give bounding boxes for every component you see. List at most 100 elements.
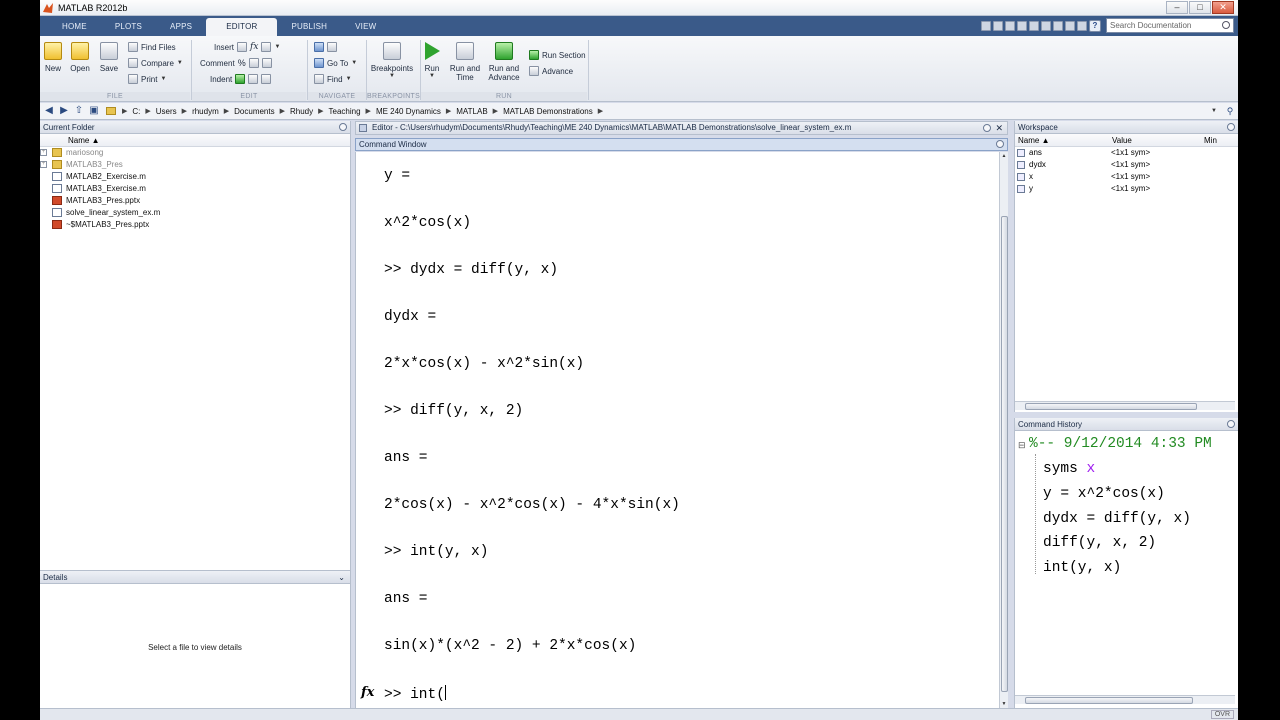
history-session-header[interactable]: %-- 9/12/2014 4:33 PM: [1029, 436, 1212, 452]
scroll-down-icon[interactable]: ▼: [1000, 700, 1008, 708]
minimize-button[interactable]: –: [1166, 1, 1188, 14]
tab-plots[interactable]: PLOTS: [101, 18, 156, 36]
tab-publish[interactable]: PUBLISH: [277, 18, 341, 36]
run-and-time-button[interactable]: Run and Time: [449, 42, 481, 82]
back-arrow-icon[interactable]: [314, 42, 324, 52]
panel-actions-icon[interactable]: [339, 123, 347, 131]
goto-button[interactable]: Go To ▼: [314, 58, 357, 68]
history-entry[interactable]: dydx = diff(y, x): [1043, 511, 1191, 527]
search-documentation-input[interactable]: Search Documentation: [1106, 18, 1234, 33]
run-button[interactable]: Run ▼: [422, 42, 442, 79]
expand-icon[interactable]: +: [40, 161, 47, 168]
decrease-indent-icon[interactable]: [261, 74, 272, 84]
command-prompt-input[interactable]: >> int(: [384, 685, 446, 703]
find-button[interactable]: Find ▼: [314, 74, 352, 84]
forward-icon[interactable]: ▶: [58, 105, 70, 117]
command-window-scrollbar[interactable]: ▲ ▼: [999, 152, 1008, 708]
maximize-button[interactable]: □: [1189, 1, 1211, 14]
insert-button[interactable]: Insert fx ▼: [214, 42, 280, 52]
history-entry[interactable]: syms x: [1043, 461, 1095, 477]
breadcrumb-item[interactable]: C:: [132, 107, 140, 116]
search-folder-icon[interactable]: ⚲: [1224, 105, 1236, 117]
new-icon[interactable]: [981, 20, 991, 31]
panel-actions-icon[interactable]: [1227, 420, 1235, 428]
file-row[interactable]: MATLAB2_Exercise.m: [40, 171, 350, 183]
run-section-button[interactable]: Run Section: [529, 50, 586, 60]
workspace-col-value[interactable]: Value: [1109, 134, 1201, 146]
details-title[interactable]: Details ⌄: [40, 571, 350, 584]
file-row[interactable]: ~$MATLAB3_Pres.pptx: [40, 219, 350, 231]
file-row[interactable]: MATLAB3_Pres.pptx: [40, 195, 350, 207]
insert-function-icon[interactable]: [261, 42, 272, 52]
undo-icon[interactable]: [1041, 20, 1051, 31]
wrap-comment-icon[interactable]: [261, 58, 272, 68]
scrollbar-thumb[interactable]: [1001, 216, 1008, 692]
paste-icon[interactable]: [1029, 20, 1039, 31]
expand-icon[interactable]: +: [40, 149, 47, 156]
run-and-advance-button[interactable]: Run and Advance: [487, 42, 521, 82]
copy-icon[interactable]: [1017, 20, 1027, 31]
workspace-hscrollbar[interactable]: [1015, 401, 1235, 410]
find-files-button[interactable]: Find Files: [128, 42, 176, 52]
tab-home[interactable]: HOME: [48, 18, 101, 36]
switch-windows-icon[interactable]: [1065, 20, 1075, 31]
new-button[interactable]: New: [42, 42, 64, 73]
history-entry[interactable]: y = x^2*cos(x): [1043, 486, 1165, 502]
forward-arrow-icon[interactable]: [327, 42, 337, 52]
back-forward-buttons[interactable]: [314, 42, 337, 52]
breadcrumb-item[interactable]: Rhudy: [290, 107, 313, 116]
help-icon[interactable]: ?: [1089, 19, 1101, 32]
history-entry[interactable]: int(y, x): [1043, 560, 1121, 576]
indent-button[interactable]: Indent: [210, 74, 272, 84]
scroll-up-icon[interactable]: ▲: [1000, 152, 1008, 160]
breadcrumb-item[interactable]: Teaching: [329, 107, 361, 116]
workspace-row[interactable]: y <1x1 sym>: [1015, 183, 1238, 195]
panel-actions-icon[interactable]: [983, 124, 991, 132]
print-button[interactable]: Print ▼: [128, 74, 166, 84]
close-icon[interactable]: ✕: [995, 122, 1003, 134]
search-icon[interactable]: [1222, 21, 1230, 29]
workspace-row[interactable]: dydx <1x1 sym>: [1015, 159, 1238, 171]
history-entry[interactable]: diff(y, x, 2): [1043, 535, 1156, 551]
scrollbar-thumb[interactable]: [1025, 697, 1193, 704]
up-folder-icon[interactable]: ⇧: [73, 105, 85, 117]
breadcrumb-item[interactable]: MATLAB: [456, 107, 487, 116]
cut-icon[interactable]: [1005, 20, 1015, 31]
workspace-col-name[interactable]: Name ▲: [1015, 134, 1109, 146]
address-dropdown-icon[interactable]: ▼: [1211, 108, 1217, 114]
fx-icon[interactable]: fx: [250, 42, 258, 52]
breadcrumb-item[interactable]: MATLAB Demonstrations: [503, 107, 593, 116]
dropdown-icon[interactable]: [1077, 20, 1087, 31]
close-button[interactable]: ✕: [1212, 1, 1234, 14]
uncomment-icon[interactable]: [248, 58, 259, 68]
save-icon[interactable]: [993, 20, 1003, 31]
collapse-session-icon[interactable]: ⊟: [1018, 440, 1026, 451]
history-hscrollbar[interactable]: [1015, 695, 1235, 704]
browse-folder-icon[interactable]: ▣: [88, 105, 100, 117]
breadcrumb-item[interactable]: Documents: [234, 107, 274, 116]
smart-indent-icon[interactable]: [235, 74, 246, 84]
breadcrumb-item[interactable]: ME 240 Dynamics: [376, 107, 441, 116]
increase-indent-icon[interactable]: [248, 74, 259, 84]
chevron-down-icon[interactable]: ⌄: [338, 571, 345, 584]
function-browser-icon[interactable]: fx: [361, 685, 374, 700]
back-icon[interactable]: ◀: [43, 105, 55, 117]
breadcrumb-item[interactable]: Users: [156, 107, 177, 116]
breakpoints-button[interactable]: Breakpoints ▼: [370, 42, 414, 79]
workspace-col-min[interactable]: Min: [1201, 134, 1217, 146]
workspace-row[interactable]: x <1x1 sym>: [1015, 171, 1238, 183]
open-button[interactable]: Open: [68, 42, 92, 73]
panel-actions-icon[interactable]: [1227, 123, 1235, 131]
redo-icon[interactable]: [1053, 20, 1063, 31]
breadcrumb-item[interactable]: rhudym: [192, 107, 219, 116]
command-window[interactable]: y = x^2*cos(x) >> dydx = diff(y, x) dydx…: [355, 152, 999, 708]
workspace-row[interactable]: ans <1x1 sym>: [1015, 147, 1238, 159]
editor-minimized-bar[interactable]: Editor - C:\Users\rhudym\Documents\Rhudy…: [355, 121, 1008, 135]
file-row[interactable]: solve_linear_system_ex.m: [40, 207, 350, 219]
advance-button[interactable]: Advance: [529, 66, 573, 76]
compare-button[interactable]: Compare ▼: [128, 58, 183, 68]
name-column-header[interactable]: Name ▲: [40, 134, 350, 147]
panel-actions-icon[interactable]: [996, 140, 1004, 148]
save-button[interactable]: Save: [97, 42, 121, 73]
tab-editor[interactable]: EDITOR: [206, 18, 278, 36]
